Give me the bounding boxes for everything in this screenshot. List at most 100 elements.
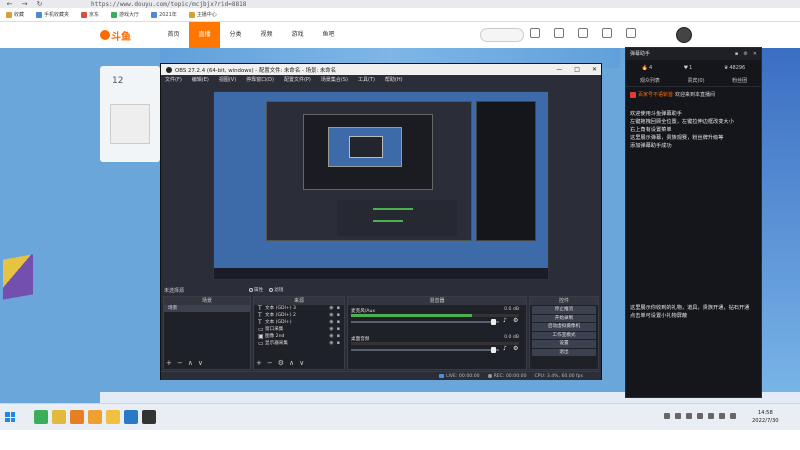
close-icon[interactable]: ✕ [592,66,597,73]
tab-viewers[interactable]: 观众列表 [640,77,660,84]
start-recording-button[interactable]: 开始录制 [532,314,596,322]
eye-icon[interactable]: ◉ [329,340,333,347]
lock-icon[interactable]: ▪ [337,340,340,347]
lock-icon[interactable]: ▪ [735,48,738,60]
nav-category[interactable]: 分类 [220,22,251,48]
message-icon[interactable] [578,28,588,38]
volume-slider[interactable] [351,321,499,323]
user-avatar[interactable] [676,27,692,43]
move-up-icon[interactable]: ∧ [289,359,294,367]
bookmark-item[interactable]: 游戏大厅 [111,11,139,18]
input-method-icon[interactable] [719,413,725,419]
address-bar[interactable]: https://www.douyu.com/topic/mcjbjx?rid=8… [91,1,246,8]
obs-app-icon[interactable] [142,410,156,424]
speaker-icon[interactable]: ♪ [503,346,509,352]
virtual-camera-button[interactable]: 启动虚拟摄像机 [532,323,596,331]
bookmark-item[interactable]: 2021年 [151,11,177,18]
browser-app-icon[interactable] [34,410,48,424]
source-settings-icon[interactable]: ⚙ [278,359,284,367]
volume-icon[interactable] [708,413,714,419]
tab-fan-club[interactable]: 粉丝团 [732,77,747,84]
tab-vip[interactable]: 贵宾(0) [687,77,704,84]
filters-button[interactable]: 滤镜 [269,287,283,293]
download-icon[interactable] [602,28,612,38]
menu-help[interactable]: 帮助(H) [385,76,403,83]
back-icon[interactable]: ← [6,0,13,8]
close-icon[interactable]: ✕ [753,48,757,60]
volume-slider[interactable] [351,349,499,351]
lock-icon[interactable]: ▪ [337,312,340,319]
stop-streaming-button[interactable]: 停止推流 [532,306,596,314]
menu-edit[interactable]: 编辑(E) [192,76,209,83]
security-icon[interactable] [675,413,681,419]
forward-icon[interactable]: → [21,0,28,8]
network-icon[interactable] [664,413,670,419]
site-logo[interactable]: 斗鱼 [100,28,136,43]
system-clock[interactable]: 14:58 2022/7/30 [752,409,779,425]
settings-button[interactable]: 设置 [532,340,596,348]
source-item[interactable]: ▣ 图像 2nd ◉ ▪ [254,333,344,340]
nav-home[interactable]: 首页 [158,22,189,48]
volume-slider-handle[interactable] [491,347,496,353]
gear-icon[interactable]: ⚙ [513,346,519,352]
bookmark-item[interactable]: 主播中心 [188,11,217,18]
nav-live[interactable]: 直播 [189,22,220,48]
eye-icon[interactable]: ◉ [329,312,333,319]
minimize-icon[interactable]: — [556,66,562,73]
app-icon[interactable] [124,410,138,424]
maximize-icon[interactable]: □ [574,66,580,73]
eye-icon[interactable]: ◉ [329,319,333,326]
eye-icon[interactable]: ◉ [329,305,333,312]
eye-icon[interactable]: ◉ [329,333,333,340]
lock-icon[interactable]: ▪ [337,333,340,340]
source-item[interactable]: ▭ 显示器采集 ◉ ▪ [254,340,344,347]
lock-icon[interactable]: ▪ [337,305,340,312]
bookmark-item[interactable]: 手机收藏夹 [36,11,69,18]
source-item[interactable]: T 文本 (GDI+) 3 ◉ ▪ [254,305,344,312]
history-icon[interactable] [530,28,540,38]
speaker-icon[interactable]: ♪ [503,318,509,324]
properties-button[interactable]: 属性 [249,287,263,293]
scene-item[interactable]: 场景 [164,305,250,312]
lock-icon[interactable]: ▪ [337,319,340,326]
exit-button[interactable]: 退出 [532,348,596,356]
game-app-icon[interactable] [88,410,102,424]
move-down-icon[interactable]: ∨ [198,359,203,367]
bookmark-item[interactable]: 京东 [81,11,99,18]
remove-scene-icon[interactable]: − [177,359,183,367]
lock-icon[interactable]: ▪ [337,326,340,333]
source-item[interactable]: T 文本 (GDI+) ◉ ▪ [254,319,344,326]
store-app-icon[interactable] [106,410,120,424]
obs-preview[interactable] [213,91,549,280]
move-up-icon[interactable]: ∧ [188,359,193,367]
wifi-icon[interactable] [697,413,703,419]
remove-source-icon[interactable]: − [267,359,273,367]
folder-app-icon[interactable] [52,410,66,424]
follow-icon[interactable] [554,28,564,38]
room-thumbnail[interactable] [110,104,150,144]
nav-games[interactable]: 游戏 [282,22,313,48]
danmu-assistant-title[interactable]: 弹幕助手 ▪ ⚙ ✕ [626,48,761,60]
eye-icon[interactable]: ◉ [329,326,333,333]
nav-video[interactable]: 视频 [251,22,282,48]
douyu-app-icon[interactable] [70,410,84,424]
menu-scene-collection[interactable]: 场景集合(S) [321,76,348,83]
notification-icon[interactable] [730,413,736,419]
move-down-icon[interactable]: ∨ [299,359,304,367]
menu-profile[interactable]: 配置文件(P) [284,76,311,83]
reload-icon[interactable]: ↻ [36,0,43,8]
start-live-icon[interactable] [626,28,636,38]
menu-tools[interactable]: 工具(T) [358,76,375,83]
source-item[interactable]: ▭ 窗口采集 ◉ ▪ [254,326,344,333]
welcome-username[interactable]: 百家号不语斩首 [638,91,673,98]
add-scene-icon[interactable]: + [166,359,172,367]
obs-title-bar[interactable]: OBS 27.2.4 (64-bit, windows) - 配置文件: 未命名… [161,64,601,75]
start-icon[interactable] [5,412,15,422]
menu-file[interactable]: 文件(F) [165,76,182,83]
search-input[interactable] [480,28,524,42]
bookmark-item[interactable]: 收藏 [6,11,24,18]
battery-icon[interactable] [686,413,692,419]
menu-docks[interactable]: 停靠窗口(D) [246,76,274,83]
volume-slider-handle[interactable] [491,319,496,325]
source-item[interactable]: T 文本 (GDI+) 2 ◉ ▪ [254,312,344,319]
